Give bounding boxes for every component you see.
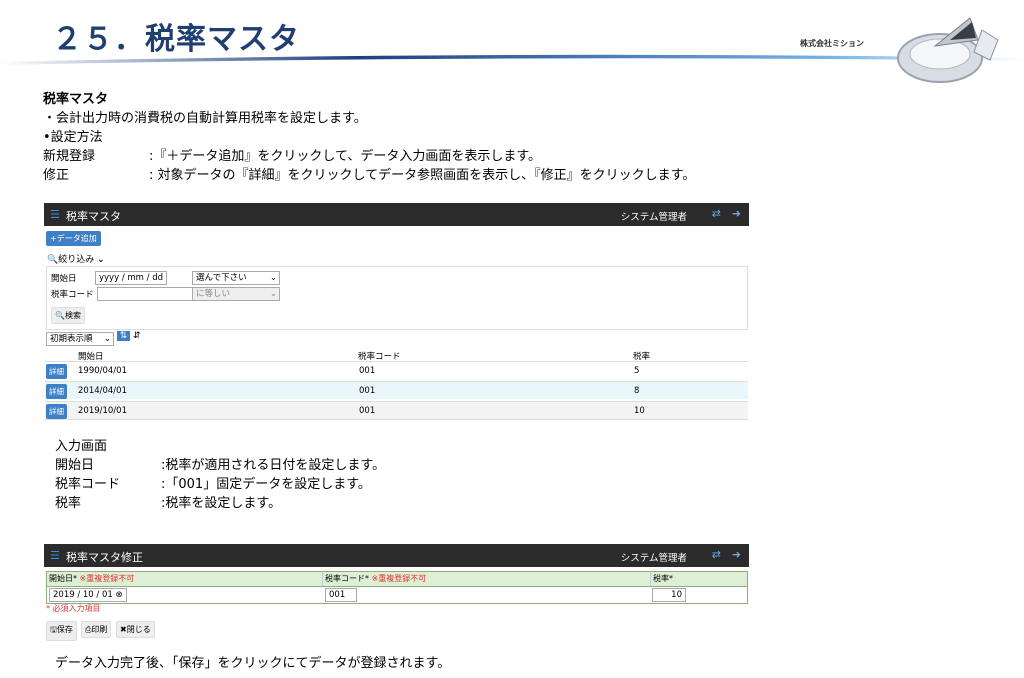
panel-title: 税率マスタ修正: [66, 551, 143, 564]
input-doc-label: 税率コード: [55, 477, 121, 492]
input-doc-heading: 入力画面: [55, 439, 108, 454]
search-icon: 🔍: [47, 255, 59, 265]
chevron-down-icon: ⌄: [103, 334, 111, 344]
start-date-label: 開始日: [51, 274, 77, 284]
doc-heading: 税率マスタ: [43, 92, 109, 107]
cell-start-date: 2014/04/01: [78, 386, 127, 396]
detail-button[interactable]: 詳細: [46, 404, 67, 419]
panel-title: 税率マスタ: [66, 210, 121, 223]
input-doc-section: 入力画面 開始日 :税率が適用される日付を設定します。 税率コード :「001」固定…: [55, 437, 385, 513]
user-name: システム管理者: [620, 212, 687, 223]
sort-select[interactable]: 初期表示順 ⌄: [46, 332, 114, 346]
cell-tax-rate: 10: [634, 406, 645, 416]
cell-tax-code: 001: [359, 406, 376, 416]
sort-desc-icon[interactable]: ⇵: [133, 331, 141, 341]
cell-tax-code: 001: [359, 366, 376, 376]
edit-form-header-row: 開始日* ※重複登録不可 税率コード* ※重複登録不可 税率*: [47, 572, 747, 587]
footer-text: データ入力完了後、「保存」をクリックにてデータが登録されます。: [55, 656, 451, 671]
edit-form-table: 開始日* ※重複登録不可 税率コード* ※重複登録不可 税率* 2019 / 1…: [46, 571, 748, 604]
input-doc-label: 開始日: [55, 458, 95, 473]
required-note: * 必須入力項目: [46, 604, 101, 613]
detail-button[interactable]: 詳細: [46, 384, 67, 399]
close-button[interactable]: ✖閉じる: [116, 621, 155, 638]
search-button[interactable]: 🔍検索: [51, 307, 85, 324]
chevron-down-icon: ⌄: [97, 255, 105, 265]
logout-icon[interactable]: ➜: [732, 548, 741, 561]
cell-start-date: 2019/10/01: [78, 406, 127, 416]
filter-box: 開始日 yyyy / mm / dd 選んで下さい ⌄ 税率コード に等しい ⌄ 🔍…: [46, 266, 748, 330]
tax-code-input[interactable]: 001: [325, 588, 357, 602]
list-panel-header: ☰ 税率マスタ システム管理者 ⇄ ➜: [44, 203, 749, 226]
cell-start-date: 1990/04/01: [78, 366, 127, 376]
doc-label: 新規登録: [43, 149, 96, 164]
sort-asc-icon[interactable]: ⇅: [117, 331, 130, 341]
add-data-button[interactable]: +データ追加: [46, 231, 101, 246]
chevron-down-icon: ⌄: [269, 273, 277, 283]
table-row: 詳細 2019/10/01 001 10: [45, 401, 748, 420]
table-row: 詳細 1990/04/01 001 5: [45, 361, 748, 379]
edit-panel: ☰ 税率マスタ修正 システム管理者 ⇄ ➜ 開始日* ※重複登録不可 税率コード…: [44, 544, 749, 641]
logout-icon[interactable]: ➜: [732, 207, 741, 220]
tax-code-label: 税率コード: [51, 290, 94, 300]
print-button[interactable]: ⎙印刷: [81, 621, 112, 638]
search-icon: 🔍: [55, 311, 65, 320]
doc-label: 修正: [43, 168, 70, 183]
close-icon: ✖: [120, 625, 127, 634]
doc-text: : 対象データの『詳細』をクリックしてデータ参照画面を表示し、『修正』をクリック…: [149, 168, 696, 183]
menu-icon[interactable]: ☰: [50, 208, 60, 221]
detail-button[interactable]: 詳細: [46, 364, 67, 379]
filter-toggle[interactable]: 🔍絞り込み ⌄: [47, 252, 105, 265]
table-row: 詳細 2014/04/01 001 8: [45, 381, 748, 399]
clear-icon[interactable]: ⊗: [116, 590, 123, 600]
input-doc-label: 税率: [55, 496, 82, 511]
input-doc-text: :税率を設定します。: [161, 496, 282, 511]
start-date-input[interactable]: 2019 / 10 / 01 ⊗: [49, 588, 127, 602]
save-icon: 🖫: [50, 625, 57, 634]
filter-label: 絞り込み: [58, 255, 95, 265]
start-date-input[interactable]: yyyy / mm / dd: [95, 271, 167, 285]
col-start-header: 開始日* ※重複登録不可: [47, 572, 323, 586]
doc-line: •設定方法: [43, 130, 103, 145]
menu-icon[interactable]: ☰: [50, 549, 60, 562]
chevron-down-icon: ⌄: [269, 289, 277, 299]
col-rate-header: 税率*: [653, 574, 673, 583]
doc-section: 税率マスタ ・会計出力時の消費税の自動計算用税率を設定します。 •設定方法 新規…: [43, 90, 695, 185]
equal-select[interactable]: に等しい ⌄: [192, 287, 280, 301]
cell-tax-rate: 8: [634, 386, 640, 396]
cell-tax-rate: 5: [634, 366, 640, 376]
input-doc-text: :「001」固定データを設定します。: [161, 477, 371, 492]
edit-panel-header: ☰ 税率マスタ修正 システム管理者 ⇄ ➜: [44, 544, 749, 567]
header-swoosh: [0, 54, 1024, 65]
cell-tax-code: 001: [359, 386, 376, 396]
doc-line: ・会計出力時の消費税の自動計算用税率を設定します。: [43, 111, 367, 126]
condition-select[interactable]: 選んで下さい ⌄: [192, 271, 280, 285]
switch-icon[interactable]: ⇄: [712, 548, 721, 561]
user-name: システム管理者: [620, 553, 687, 564]
switch-icon[interactable]: ⇄: [712, 207, 721, 220]
company-logo: [897, 17, 999, 83]
tax-code-input[interactable]: [97, 287, 193, 301]
save-button[interactable]: 🖫保存: [46, 621, 77, 641]
tax-rate-input[interactable]: 10: [652, 588, 686, 602]
input-doc-text: :税率が適用される日付を設定します。: [161, 458, 386, 473]
col-code-header: 税率コード* ※重複登録不可: [323, 572, 651, 586]
doc-text: :『＋データ追加』をクリックして、データ入力画面を表示します。: [149, 149, 542, 164]
